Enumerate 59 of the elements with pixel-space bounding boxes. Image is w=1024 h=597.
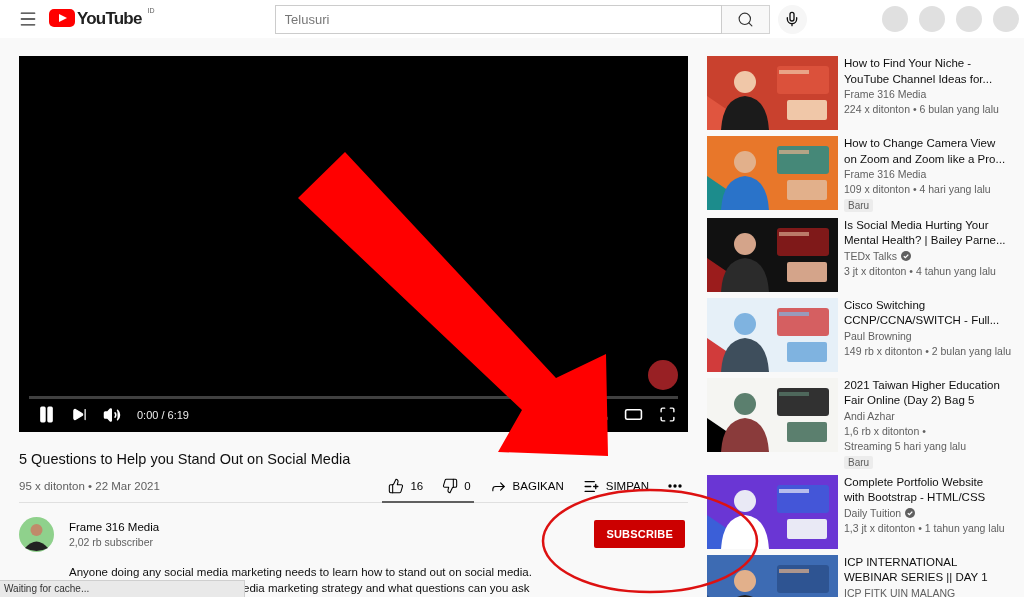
mic-button[interactable] xyxy=(777,4,807,34)
description-text: Anyone doing any social media marketing needs to learn how to stand out on social media. xyxy=(69,565,532,580)
more-button[interactable] xyxy=(668,484,682,488)
video-meta: 109 x ditonton • 4 hari yang lalu xyxy=(844,182,991,197)
search-field[interactable]: Telusuri xyxy=(274,4,722,34)
video-title[interactable]: CCNP/CCNA/SWITCH - Full... xyxy=(844,313,1012,329)
video-meta: 1,6 rb x ditonton • xyxy=(844,423,926,439)
subscriber-count: 2,02 rb subscriber xyxy=(69,535,155,548)
video-title[interactable]: Fair Online (Day 2) Bag 5 xyxy=(844,393,1000,409)
save-button[interactable]: SIMPAN xyxy=(582,477,649,495)
fullscreen-icon[interactable] xyxy=(659,406,676,423)
more-icon xyxy=(668,484,682,488)
time-display: 0:00 / 6:19 xyxy=(137,408,189,421)
channel-name[interactable]: Frame 316 Media xyxy=(69,520,160,533)
logo-text[interactable]: YouTube xyxy=(77,9,142,29)
search-button[interactable] xyxy=(721,4,770,34)
video-title[interactable]: Mental Health? | Bailey Parne... xyxy=(844,233,1006,249)
channel-watermark-icon xyxy=(648,360,678,390)
video-title[interactable]: YouTube Channel Ideas for... xyxy=(844,71,999,87)
video-meta: 3 jt x ditonton • 4 tahun yang lalu xyxy=(844,263,996,279)
pause-icon[interactable] xyxy=(37,405,56,424)
channel-name: TEDx Talks xyxy=(844,248,897,264)
channel-name: Daily Tuition xyxy=(844,505,902,521)
like-button[interactable]: 16 xyxy=(388,478,424,494)
video-title[interactable]: How to Change Camera View xyxy=(844,136,1006,152)
next-icon[interactable] xyxy=(72,407,87,422)
video-title[interactable]: WEBINAR SERIES || DAY 1 xyxy=(844,570,988,586)
channel-avatar[interactable] xyxy=(19,516,54,552)
thumbs-down-icon xyxy=(442,478,459,494)
video-player[interactable]: 0:00 / 6:19 xyxy=(19,56,688,432)
video-title: 5 Questions to Help you Stand Out on Social Media xyxy=(19,450,352,468)
channel-name: ICP FITK UIN MALANG xyxy=(844,585,956,597)
subscribe-button[interactable]: SUBSCRIBE xyxy=(594,520,685,548)
status-bar: Waiting for cache... xyxy=(0,580,245,597)
video-title[interactable]: How to Find Your Niche - xyxy=(844,56,999,72)
video-meta: 95 x ditonton • 22 Mar 2021 xyxy=(19,480,160,492)
video-title[interactable]: 2021 Taiwan Higher Education xyxy=(844,377,1000,393)
video-title[interactable]: on Zoom and Zoom like a Pro... xyxy=(844,151,1006,167)
search-icon xyxy=(736,10,754,28)
channel-name: Frame 316 Media xyxy=(844,167,927,182)
share-button[interactable]: BAGIKAN xyxy=(489,477,564,495)
play-logo-icon xyxy=(49,9,75,27)
thumbs-up-icon xyxy=(388,478,405,494)
video-title[interactable]: Is Social Media Hurting Your xyxy=(844,217,1006,233)
video-title[interactable]: ICP INTERNATIONAL xyxy=(844,554,988,570)
video-meta: 1,3 jt x ditonton • 1 tahun yang lalu xyxy=(844,520,1005,536)
video-title[interactable]: Cisco Switching xyxy=(844,297,1012,313)
dislike-button[interactable]: 0 xyxy=(442,478,471,494)
channel-name: Paul Browning xyxy=(844,328,912,344)
video-meta: 224 x ditonton • 6 bulan yang lalu xyxy=(844,102,999,117)
channel-name: Andi Azhar xyxy=(844,408,895,424)
new-badge: Baru xyxy=(844,455,874,469)
video-meta: 149 rb x ditonton • 2 bulan yang lalu xyxy=(844,343,1012,359)
new-badge: Baru xyxy=(844,198,874,212)
channel-name: Frame 316 Media xyxy=(844,87,927,102)
volume-icon[interactable] xyxy=(103,405,121,424)
video-title[interactable]: Complete Portfolio Website xyxy=(844,474,1005,490)
video-meta: Streaming 5 hari yang lalu xyxy=(844,439,966,454)
video-title[interactable]: with Bootstrap - HTML/CSS xyxy=(844,490,1005,506)
